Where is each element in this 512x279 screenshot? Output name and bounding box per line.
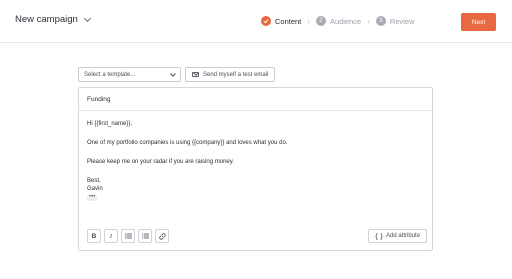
body-signature-name: Gavin <box>87 186 103 192</box>
template-select-value: Select a template... <box>84 71 136 78</box>
body-line: One of my portfolio companies is using {… <box>87 140 288 146</box>
chevron-down-icon <box>83 14 91 22</box>
add-attribute-label: Add attribute <box>385 233 421 239</box>
chevron-right-icon: › <box>367 16 370 26</box>
link-button[interactable] <box>155 229 169 243</box>
email-body[interactable]: Hi {{first_name}}, One of my portfolio c… <box>87 120 287 201</box>
top-bar: New campaign Content › 2 Audience › 3 Re… <box>0 0 512 43</box>
braces-icon <box>375 232 383 240</box>
italic-button[interactable]: I <box>104 229 118 243</box>
format-toolbar: B I <box>87 229 169 243</box>
body-greeting: Hi {{first_name}}, <box>87 121 133 127</box>
stepper: Content › 2 Audience › 3 Review <box>261 16 415 26</box>
send-test-email-button[interactable]: Send myself a test email <box>185 67 276 82</box>
chevron-right-icon: › <box>307 16 310 26</box>
check-icon <box>261 16 271 26</box>
email-editor: Funding Hi {{first_name}}, One of my por… <box>78 87 433 251</box>
step-audience[interactable]: 2 Audience <box>315 16 362 26</box>
chevron-down-icon <box>170 70 176 77</box>
send-test-email-label: Send myself a test email <box>203 71 269 78</box>
campaign-title-dropdown[interactable]: New campaign <box>15 14 91 25</box>
next-button[interactable]: Next <box>461 13 496 31</box>
step-label: Review <box>389 16 415 26</box>
step-review[interactable]: 3 Review <box>375 16 415 26</box>
step-number: 3 <box>375 16 386 26</box>
show-trimmed-content-button[interactable]: ••• <box>87 194 98 201</box>
bullet-list-button[interactable] <box>121 229 135 243</box>
body-signoff: Best, <box>87 178 101 184</box>
link-icon <box>158 232 166 240</box>
mail-icon <box>192 72 199 77</box>
step-number: 2 <box>315 16 326 26</box>
campaign-title: New campaign <box>15 14 78 25</box>
bold-button[interactable]: B <box>87 229 101 243</box>
numbered-list-icon <box>141 233 149 239</box>
template-select[interactable]: Select a template... <box>78 67 181 82</box>
subject-field[interactable]: Funding <box>79 88 432 111</box>
subject-text: Funding <box>87 95 111 103</box>
add-attribute-button[interactable]: Add attribute <box>368 229 427 243</box>
step-content[interactable]: Content <box>261 16 301 26</box>
step-label: Content <box>275 16 302 26</box>
step-label: Audience <box>329 16 362 26</box>
numbered-list-button[interactable] <box>138 229 152 243</box>
template-toolbar: Select a template... Send myself a test … <box>78 67 276 82</box>
bullet-list-icon <box>124 233 132 239</box>
body-line: Please keep me on your radar if you are … <box>87 159 234 165</box>
